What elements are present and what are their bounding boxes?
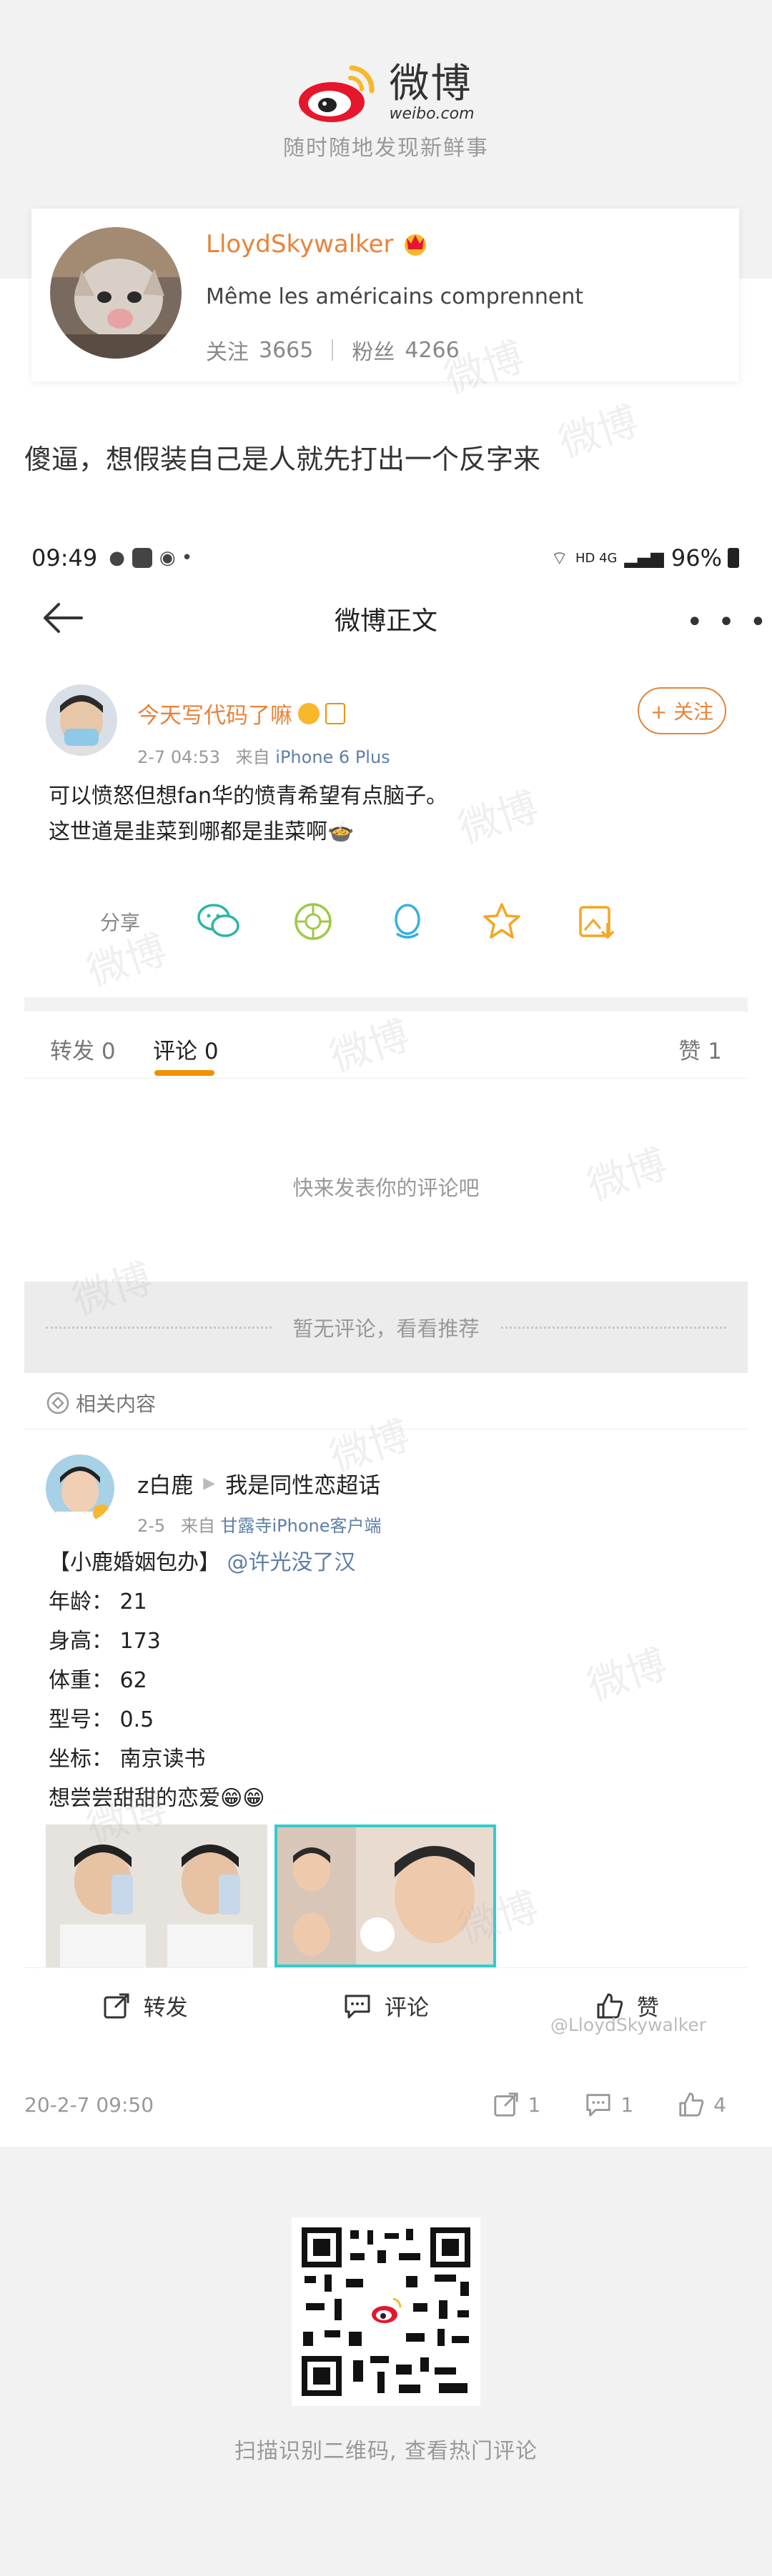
topic-name[interactable]: 我是同性恋超话 — [225, 1467, 380, 1499]
related-post-title: 【小鹿婚姻包办】 — [49, 1550, 220, 1575]
comment-count: 1 — [620, 2092, 634, 2117]
member-badge-icon — [325, 702, 345, 724]
related-post-line: 型号： 0.5 — [49, 1707, 154, 1732]
more-menu-icon[interactable]: • • • — [686, 606, 769, 639]
recommend-text: 暂无评论，看看推荐 — [292, 1317, 480, 1341]
status-time: 09:49 — [31, 544, 98, 571]
related-author-name[interactable]: z白鹿 — [137, 1467, 193, 1499]
comment-button[interactable]: 评论 — [265, 1968, 506, 2043]
repost-stat[interactable]: 1 — [493, 2091, 541, 2118]
tab-like[interactable]: 赞 1 — [678, 1033, 722, 1065]
related-post-line: 体重： 62 — [49, 1668, 147, 1693]
author-name[interactable]: 今天写代码了嘛 — [137, 697, 292, 729]
recommend-bar[interactable]: 暂无评论，看看推荐 — [24, 1282, 748, 1373]
battery-level: 96% — [670, 544, 722, 571]
favorite-star-icon[interactable] — [455, 902, 549, 942]
tabs-bar: 转发 0 评论 0 赞 1 — [24, 1012, 748, 1079]
weibo-eye-logo-icon — [299, 65, 375, 122]
status-bar: 09:49 ● ◉ • ⌔ HD 4G ▂▄▆ 96% — [31, 539, 739, 577]
comment-icon — [345, 1995, 370, 2018]
weibo-logo: 微博 weibo.com — [0, 57, 772, 129]
followers-count[interactable]: 4266 — [405, 338, 459, 363]
post-text: 傻逼，想假装自己是人就先打出一个反字来 — [24, 444, 541, 475]
wechat-share-icon[interactable] — [172, 902, 266, 942]
vip-crown-icon — [404, 234, 426, 256]
section-divider — [24, 997, 748, 1012]
post-date: 20-2-7 09:50 — [24, 2092, 154, 2117]
share-row: 分享 — [24, 886, 748, 957]
post-time: 2-7 04:53 — [137, 747, 220, 767]
related-post-line: 年龄： 21 — [49, 1589, 147, 1614]
image-watermark-user: @LloydSkywalker — [550, 2015, 707, 2035]
post-photo[interactable] — [46, 1824, 267, 1967]
tab-comment[interactable]: 评论 0 — [153, 1033, 219, 1065]
related-post-body: 【小鹿婚姻包办】 @许光没了汉 年龄： 21 身高： 173 体重： 62 型号… — [49, 1543, 356, 1818]
like-count: 4 — [713, 2092, 726, 2117]
related-post-time: 2-5 — [137, 1516, 166, 1536]
brand-name: 微博 — [389, 61, 472, 107]
thumbs-up-icon — [679, 2092, 704, 2117]
triangle-right-icon: ▶ — [203, 1474, 216, 1492]
nav-title: 微博正文 — [334, 606, 437, 636]
empty-comment-tip: 快来发表你的评论吧 — [292, 1176, 480, 1200]
repost-button[interactable]: 转发 — [24, 1968, 265, 2043]
follow-button[interactable]: + 关注 — [638, 687, 726, 734]
related-author-avatar[interactable] — [46, 1454, 114, 1523]
battery-icon — [728, 548, 739, 568]
post-device[interactable]: iPhone 6 Plus — [275, 747, 390, 767]
save-image-icon[interactable] — [549, 902, 643, 942]
post-photo[interactable] — [274, 1824, 496, 1967]
from-label: 来自 — [235, 747, 270, 767]
like-stat[interactable]: 4 — [678, 2091, 726, 2118]
network-type: HD 4G — [575, 550, 618, 566]
comment-stat[interactable]: 1 — [585, 2091, 633, 2118]
weibo-text-line: 这世道是韭菜到哪都是韭菜啊🍲 — [49, 819, 355, 844]
brand-domain: weibo.com — [389, 105, 475, 123]
related-post-line: 坐标： 南京读书 — [49, 1747, 206, 1772]
footer-stats: 20-2-7 09:50 1 1 4 — [24, 2077, 748, 2132]
user-stats: 关注 3665 粉丝 4266 — [206, 334, 460, 366]
user-bio: Même les américains comprennent — [206, 284, 584, 309]
share-arrow-icon — [493, 2092, 518, 2117]
user-name[interactable]: LloydSkywalker — [206, 230, 394, 259]
share-arrow-icon — [104, 1993, 129, 2018]
vip-crown-icon — [298, 702, 320, 724]
qr-code[interactable] — [292, 2217, 480, 2406]
app-notify-icon — [132, 548, 152, 568]
related-label: 相关内容 — [76, 1392, 157, 1416]
weibo-text-line: 可以愤怒但想fan华的愤青希望有点脑子。 — [49, 784, 447, 809]
wechat-notify-icon: ● — [109, 547, 125, 569]
author-avatar[interactable] — [46, 684, 117, 756]
share-label: 分享 — [99, 911, 140, 934]
qq-share-icon[interactable] — [360, 901, 455, 942]
related-post-line: 身高： 173 — [49, 1629, 161, 1654]
qr-caption: 扫描识别二维码, 查看热门评论 — [234, 2439, 538, 2464]
related-post-device[interactable]: 甘露寺iPhone客户端 — [220, 1516, 381, 1536]
weibo-text: 可以愤怒但想fan华的愤青希望有点脑子。 这世道是韭菜到哪都是韭菜啊🍲 — [49, 779, 447, 850]
following-label[interactable]: 关注 — [206, 334, 249, 366]
moments-share-icon[interactable] — [266, 902, 360, 942]
related-post-line: 想尝尝甜甜的恋爱😁😁 — [49, 1786, 265, 1811]
following-count[interactable]: 3665 — [259, 338, 313, 363]
signal-icon: ▂▄▆ — [624, 548, 664, 568]
dotted-divider — [500, 1326, 727, 1329]
stats-divider — [332, 339, 334, 361]
from-label: 来自 — [180, 1516, 215, 1536]
related-tag-icon — [46, 1392, 69, 1414]
mention-link[interactable]: @许光没了汉 — [227, 1550, 356, 1575]
weibo-notify-icon: ◉ • — [159, 547, 193, 569]
repost-label: 转发 — [143, 1995, 188, 2021]
comment-icon — [586, 2094, 610, 2117]
tab-repost[interactable]: 转发 0 — [50, 1033, 116, 1065]
followers-label[interactable]: 粉丝 — [352, 334, 395, 366]
slogan: 随时随地发现新鲜事 — [283, 136, 489, 161]
dotted-divider — [46, 1326, 272, 1329]
user-avatar[interactable] — [50, 227, 182, 359]
wifi-icon: ⌔ — [550, 547, 568, 569]
tab-active-indicator — [154, 1070, 214, 1076]
comment-label: 评论 — [384, 1995, 429, 2021]
repost-count: 1 — [528, 2092, 541, 2117]
